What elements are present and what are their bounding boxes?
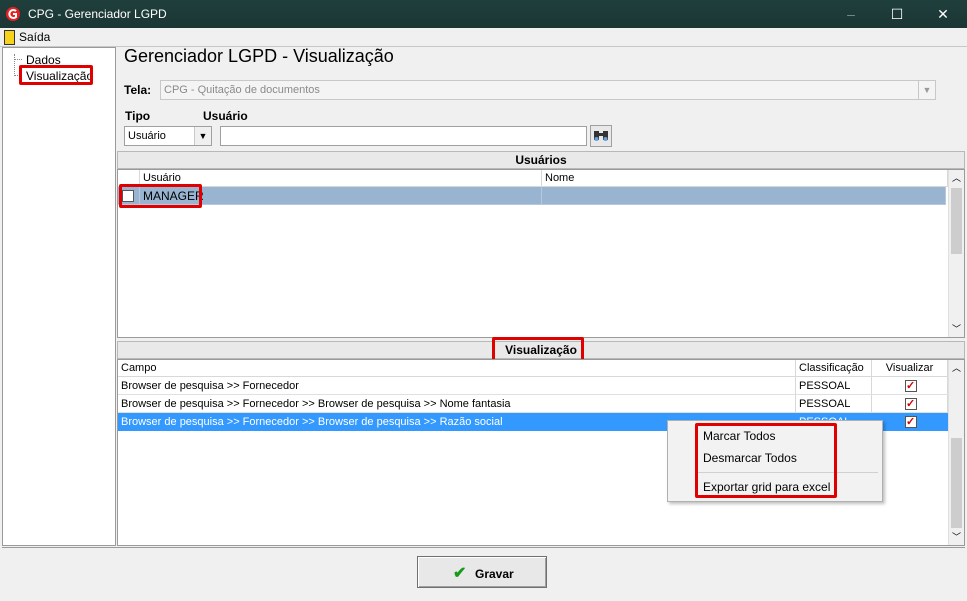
table-row[interactable]: MANAGER [118, 187, 946, 205]
column-header-classificacao[interactable]: Classificação [796, 360, 872, 376]
minimize-icon: – [847, 6, 855, 22]
tipo-label: Tipo [125, 109, 151, 123]
window-title: CPG - Gerenciador LGPD [28, 7, 167, 21]
column-header-nome[interactable]: Nome [542, 170, 948, 186]
chevron-down-icon[interactable]: ▼ [918, 81, 935, 99]
tipo-select[interactable]: Usuário ▼ [124, 126, 212, 146]
maximize-icon: ☐ [890, 6, 904, 22]
column-header-campo[interactable]: Campo [118, 360, 796, 376]
close-icon: ✕ [937, 6, 949, 22]
tela-label: Tela: [124, 83, 152, 97]
scroll-up-icon[interactable]: ︿ [949, 360, 964, 376]
cell-classificacao: PESSOAL [796, 395, 872, 413]
visualizar-checkbox[interactable] [905, 413, 917, 430]
maximize-button[interactable]: ☐ [874, 0, 920, 28]
table-row[interactable]: Browser de pesquisa >> Fornecedor PESSOA… [118, 377, 948, 395]
annotation-box-context-menu [695, 423, 837, 498]
annotation-box-manager [119, 184, 202, 208]
usuario-input[interactable] [220, 126, 587, 146]
cell-nome [542, 187, 946, 205]
close-button[interactable]: ✕ [920, 0, 966, 28]
save-button[interactable]: ✔ Gravar [417, 556, 547, 588]
title-bar: CPG - Gerenciador LGPD – ☐ ✕ [0, 0, 967, 28]
checkmark-icon: ✔ [453, 565, 467, 582]
navigation-tree: Dados Visualização [2, 47, 116, 546]
binoculars-icon [594, 131, 608, 141]
cell-campo: Browser de pesquisa >> Fornecedor [118, 377, 796, 395]
scroll-thumb[interactable] [951, 188, 962, 254]
search-button[interactable] [590, 125, 612, 147]
usuarios-grid-header: Usuário Nome [118, 170, 948, 187]
tela-select-value: CPG - Quitação de documentos [164, 84, 320, 96]
usuarios-grid: Usuário Nome MANAGER ︿ ﹀ [117, 169, 965, 338]
visualizar-checkbox[interactable] [905, 395, 917, 412]
menu-bar: Saída [0, 28, 967, 47]
usuario-label: Usuário [203, 109, 248, 123]
usuarios-section-header: Usuários [117, 151, 965, 169]
save-button-label: Gravar [475, 567, 514, 581]
visualizacao-scrollbar[interactable]: ︿ ﹀ [948, 360, 964, 545]
table-row[interactable]: Browser de pesquisa >> Fornecedor >> Bro… [118, 395, 948, 413]
tipo-select-value: Usuário [128, 130, 166, 142]
scroll-up-icon[interactable]: ︿ [949, 170, 964, 186]
visualizar-checkbox[interactable] [905, 377, 917, 394]
visualizacao-grid-header: Campo Classificação Visualizar [118, 360, 948, 377]
cell-visualizar[interactable] [872, 377, 948, 395]
cell-campo: Browser de pesquisa >> Fornecedor >> Bro… [118, 395, 796, 413]
usuarios-scrollbar[interactable]: ︿ ﹀ [948, 170, 964, 337]
cell-classificacao: PESSOAL [796, 377, 872, 395]
cell-visualizar[interactable] [872, 395, 948, 413]
chevron-down-icon[interactable]: ▼ [194, 127, 211, 145]
app-logo-icon [6, 7, 20, 21]
cell-visualizar[interactable] [872, 413, 948, 431]
scroll-down-icon[interactable]: ﹀ [949, 321, 964, 337]
scroll-thumb[interactable] [951, 438, 962, 528]
exit-icon[interactable] [4, 30, 15, 45]
exit-menu-item[interactable]: Saída [19, 30, 50, 44]
page-title: Gerenciador LGPD - Visualização [124, 46, 394, 66]
column-header-visualizar[interactable]: Visualizar [872, 360, 948, 376]
minimize-button[interactable]: – [828, 0, 874, 28]
scroll-down-icon[interactable]: ﹀ [949, 529, 964, 545]
tela-select[interactable]: CPG - Quitação de documentos ▼ [160, 80, 936, 100]
annotation-box-tree [19, 65, 93, 85]
